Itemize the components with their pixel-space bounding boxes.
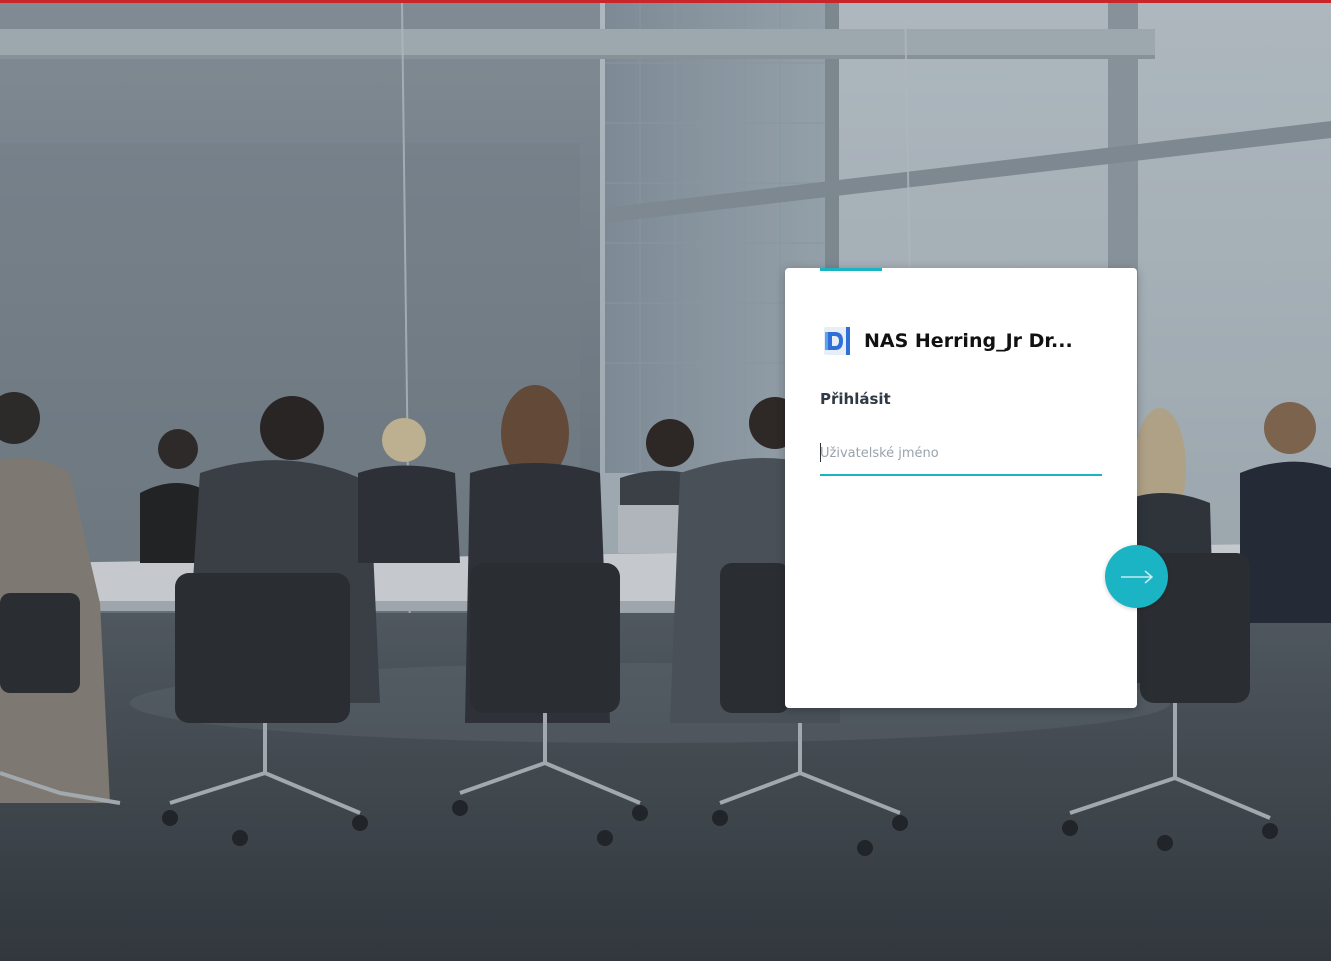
top-accent-bar [0,0,1331,3]
login-card: NAS Herring_Jr Dr... Přihlásit [785,268,1137,708]
app-title: NAS Herring_Jr Dr... [864,330,1073,352]
app-logo-icon [820,324,854,358]
text-caret [820,443,821,462]
card-accent-tab [820,268,882,271]
login-heading: Přihlásit [820,390,891,408]
brand-row: NAS Herring_Jr Dr... [820,324,1110,358]
arrow-right-icon [1120,569,1153,584]
login-page: NAS Herring_Jr Dr... Přihlásit [0,0,1331,961]
submit-button[interactable] [1105,545,1168,608]
username-field [820,440,1102,476]
username-input[interactable] [820,440,1102,466]
